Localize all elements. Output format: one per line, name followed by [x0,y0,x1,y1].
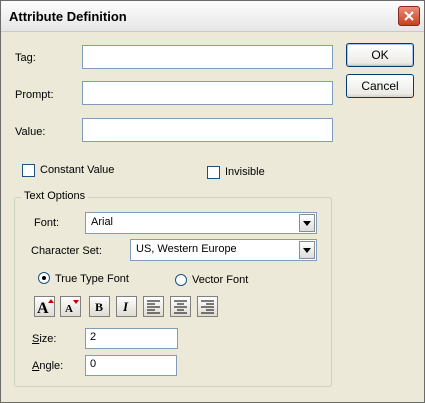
size-label: Size: [32,333,57,345]
svg-text:A: A [37,300,49,316]
angle-label: Angle: [32,360,64,372]
constant-value-label: Constant Value [40,164,115,176]
character-set-dropdown-button[interactable] [299,241,315,259]
grow-font-icon: A [37,299,54,317]
align-center-icon [174,300,187,314]
tag-input[interactable] [82,45,333,69]
true-type-font-radio[interactable] [38,272,50,284]
italic-icon: I [122,299,129,314]
font-select-value: Arial [91,216,114,228]
close-button[interactable] [398,6,420,26]
align-right-icon [201,300,214,314]
invisible-checkbox[interactable] [207,166,220,179]
grow-font-button[interactable]: A [34,296,55,317]
close-icon [404,11,414,21]
angle-input[interactable]: 0 [85,355,177,376]
shrink-font-icon: A [65,300,79,315]
align-right-button[interactable] [197,296,218,317]
chevron-down-icon [303,221,311,226]
character-set-label: Character Set: [31,245,102,257]
svg-text:I: I [122,299,129,314]
vector-font-radio[interactable] [175,274,187,286]
attribute-definition-dialog: Attribute Definition Tag: Prompt: Value:… [0,0,425,403]
bold-icon: B [95,300,103,314]
text-options-legend: Text Options [21,190,89,202]
vector-font-label: Vector Font [192,274,249,286]
character-set-select-value: US, Western Europe [136,243,237,255]
title-bar: Attribute Definition [1,1,424,32]
font-select[interactable]: Arial [85,212,317,234]
ok-button[interactable]: OK [346,43,414,67]
constant-value-checkbox[interactable] [22,164,35,177]
font-label: Font: [34,217,60,229]
shrink-font-button[interactable]: A [60,296,81,317]
chevron-down-icon [303,248,311,253]
tag-label: Tag: [15,52,36,64]
bold-button[interactable]: B [89,296,110,317]
prompt-input[interactable] [82,81,333,105]
cancel-button[interactable]: Cancel [346,74,414,98]
invisible-label: Invisible [225,166,265,178]
true-type-font-label: True Type Font [55,273,129,285]
italic-button[interactable]: I [116,296,137,317]
value-input[interactable] [82,118,333,142]
dialog-title: Attribute Definition [9,9,127,24]
align-left-icon [147,300,160,314]
svg-text:A: A [65,303,73,315]
align-center-button[interactable] [170,296,191,317]
character-set-select[interactable]: US, Western Europe [130,239,317,261]
value-label: Value: [15,126,46,138]
svg-text:B: B [95,300,103,314]
size-input[interactable]: 2 [85,328,178,349]
align-left-button[interactable] [143,296,164,317]
font-dropdown-button[interactable] [299,214,315,232]
prompt-label: Prompt: [15,89,54,101]
